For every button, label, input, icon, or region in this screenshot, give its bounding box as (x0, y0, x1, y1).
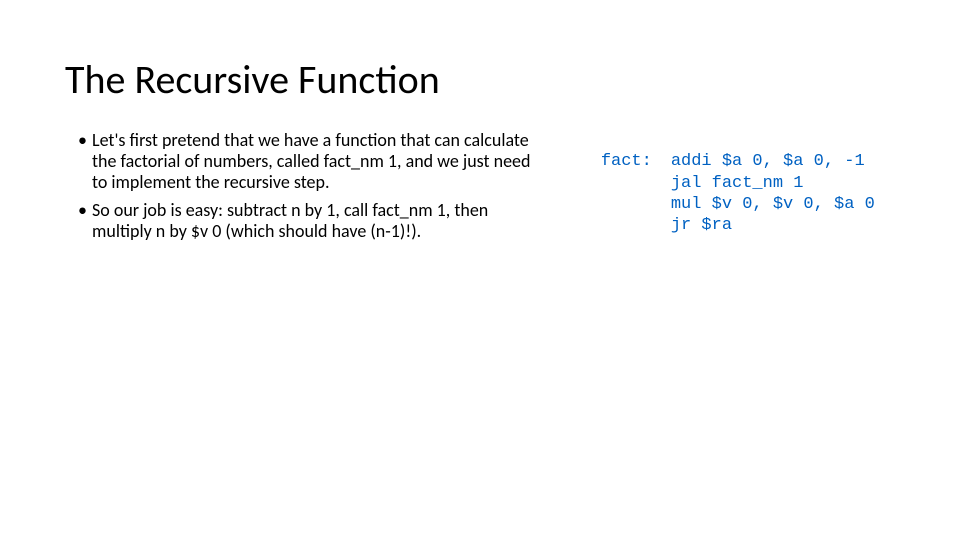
slide-title: The Recursive Function (65, 55, 440, 104)
code-block: fact:addi $a 0, $a 0, -1 jal fact_nm 1 m… (560, 130, 875, 258)
bullet-item: Let's first pretend that we have a funct… (78, 130, 538, 194)
body-text: Let's first pretend that we have a funct… (78, 130, 538, 248)
code-label: fact: (601, 151, 671, 172)
bullet-item: So our job is easy: subtract n by 1, cal… (78, 200, 538, 242)
slide: The Recursive Function Let's first prete… (0, 0, 960, 540)
code-instructions: addi $a 0, $a 0, -1 jal fact_nm 1 mul $v… (671, 151, 875, 236)
bullet-list: Let's first pretend that we have a funct… (78, 130, 538, 242)
